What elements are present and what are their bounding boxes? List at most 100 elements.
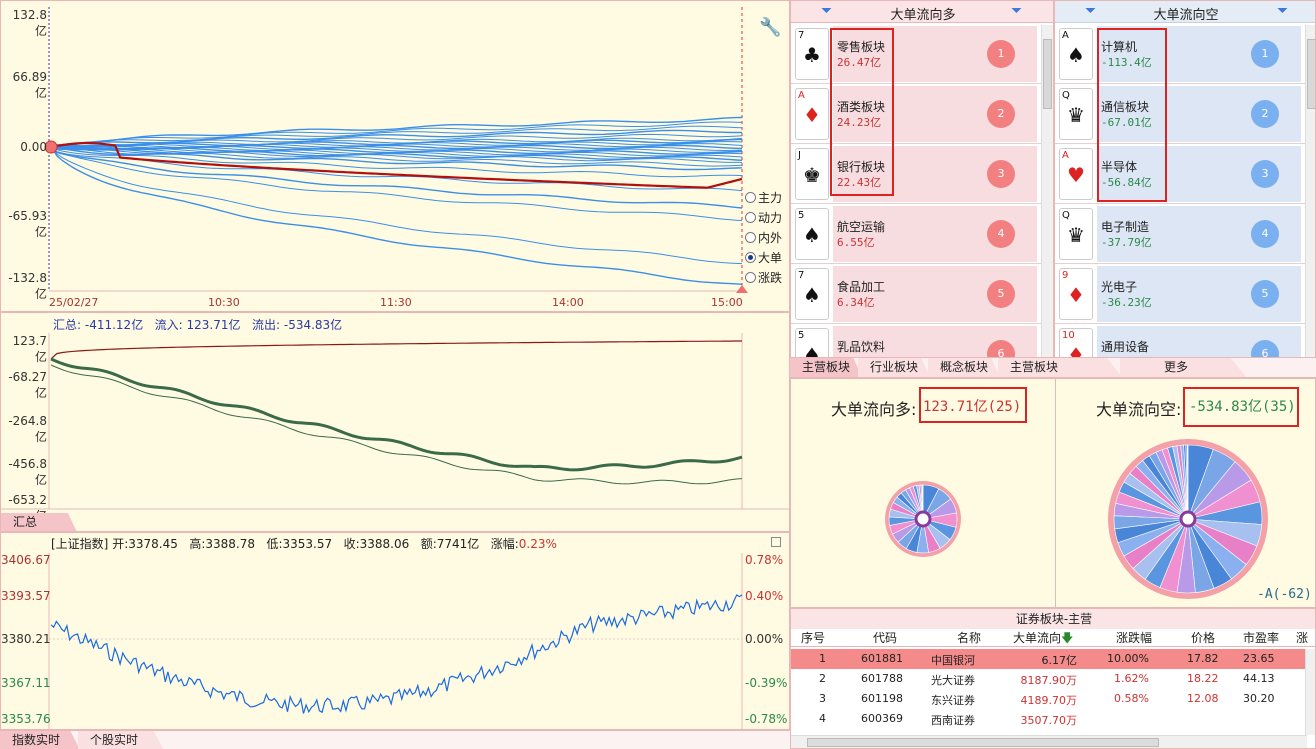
bottom-tab-bar: 指数实时 个股实时	[0, 730, 790, 749]
cell-price: 17.82	[1187, 652, 1219, 665]
inflow-card[interactable]: A ♦ 酒类板块 24.23亿 2	[791, 84, 1041, 144]
wrench-icon[interactable]: 🔧	[759, 17, 781, 38]
playing-card-icon: J ♚	[795, 148, 829, 200]
col-header[interactable]: 价格	[1191, 629, 1215, 646]
radio-dongli[interactable]: 动力	[745, 209, 782, 226]
table-row[interactable]: 2 601788 光大证券 8187.90万 1.62% 18.22 44.13	[791, 669, 1305, 689]
y-tick: 66.89亿	[12, 70, 47, 100]
cell-code: 600369	[861, 712, 903, 725]
tab-summary[interactable]: 汇总	[1, 513, 77, 531]
summary-chart: 汇总: -411.12亿 流入: 123.71亿 流出: -534.83亿 12…	[0, 312, 790, 532]
outflow-card[interactable]: Q ♛ 电子制造 -37.79亿 4	[1055, 204, 1305, 264]
vertical-scrollbar[interactable]	[1305, 649, 1315, 735]
sector-tab-bar: 主营板块 行业板块 概念板块 主营板块SH000300 更多	[790, 358, 1316, 378]
rank-badge: 4	[987, 220, 1015, 248]
inflow-card[interactable]: 5 ♠ 航空运输 6.55亿 4	[791, 204, 1041, 264]
playing-card-icon: A ♦	[795, 88, 829, 140]
outflow-scrollbar[interactable]	[1305, 25, 1315, 357]
main-flow-chart: 132.8亿 66.89亿 0.00 -65.93亿 -132.8亿 25/02…	[0, 0, 790, 312]
y-tick: 132.8亿	[12, 8, 47, 38]
tab-concept-sector[interactable]: 概念板块	[928, 358, 1000, 377]
tab-stock-realtime[interactable]: 个股实时	[78, 731, 164, 749]
radio-zhuli[interactable]: 主力	[745, 189, 782, 206]
outflow-title-bar: ⏷ 大单流向空 ⏷	[1055, 1, 1315, 23]
cell-no: 1	[819, 652, 826, 665]
col-header[interactable]: 市盈率	[1243, 629, 1279, 646]
radio-dadan[interactable]: 大单	[745, 249, 782, 266]
highlight-box	[830, 28, 894, 196]
scroll-thumb[interactable]	[1043, 39, 1052, 109]
cell-chg: 0.58%	[1114, 692, 1149, 705]
inflow-card[interactable]: J ♚ 银行板块 22.43亿 3	[791, 144, 1041, 204]
x-tick: 25/02/27	[49, 296, 99, 309]
radio-zhangdie[interactable]: 涨跌	[745, 269, 782, 286]
tab-main-sector-sh000300[interactable]: 主营板块SH000300	[998, 358, 1122, 377]
scroll-thumb[interactable]	[807, 738, 1159, 747]
cell-flow: 6.17亿	[1041, 654, 1078, 667]
cell-name: 光大证券	[931, 674, 975, 687]
cell-pe: 44.13	[1243, 672, 1275, 685]
cell-code: 601881	[861, 652, 903, 665]
outflow-card[interactable]: A ♥ 半导体 -56.84亿 3	[1055, 144, 1305, 204]
outflow-card[interactable]: A ♠ 计算机 -113.4亿 1	[1055, 24, 1305, 84]
rank-badge: 5	[987, 280, 1015, 308]
inflow-card[interactable]: 7 ♠ 食品加工 6.34亿 5	[791, 264, 1041, 324]
col-header[interactable]: 序号	[801, 629, 825, 646]
y-tick: 0.00	[20, 140, 47, 154]
y-tick: 3353.76	[1, 712, 51, 726]
tab-main-sector[interactable]: 主营板块	[790, 358, 862, 377]
cell-code: 601788	[861, 672, 903, 685]
cell-flow: 4189.70万	[1020, 694, 1078, 707]
col-header[interactable]: 代码	[873, 629, 897, 646]
pct-tick: 0.40%	[745, 589, 784, 603]
tab-industry-sector[interactable]: 行业板块	[858, 358, 930, 377]
stock-table: 证券板块-主营 序号 代码 名称 大单流向🡇 涨跌幅 价格 市盈率 涨速 1 6…	[790, 608, 1316, 749]
pct-tick: 0.78%	[745, 553, 784, 567]
col-header[interactable]: 涨跌幅	[1116, 629, 1152, 646]
y-tick: 3367.11	[1, 676, 51, 690]
summary-svg	[1, 333, 789, 510]
table-row[interactable]: 4 600369 西南证券 3507.70万	[791, 709, 1305, 729]
outflow-card[interactable]: Q ♛ 通信板块 -67.01亿 2	[1055, 84, 1305, 144]
y-tick: -456.8亿	[8, 457, 47, 487]
pie-footnote: -A(-62)	[1257, 587, 1312, 602]
playing-card-icon: 7 ♣	[795, 28, 829, 80]
playing-card-icon: 5 ♠	[795, 328, 829, 357]
table-row[interactable]: 3 601198 东兴证券 4189.70万 0.58% 12.08 30.20	[791, 689, 1305, 709]
col-header[interactable]: 大单流向🡇	[1013, 629, 1073, 650]
y-tick: 123.7亿	[12, 334, 47, 364]
y-tick: 3393.57	[1, 589, 51, 603]
rank-badge: 3	[1251, 160, 1279, 188]
playing-card-icon: A ♠	[1059, 28, 1093, 80]
outflow-card[interactable]: 10 ♦ 通用设备 6	[1055, 324, 1305, 357]
rank-badge: 4	[1251, 220, 1279, 248]
table-row[interactable]: 1 601881 中国银河 6.17亿 10.00% 17.82 23.65	[791, 649, 1305, 669]
y-tick: -68.27亿	[8, 370, 47, 400]
collapse-icon[interactable]: ⏷	[1277, 3, 1288, 19]
col-header[interactable]: 名称	[957, 629, 981, 646]
y-tick: -65.93亿	[8, 209, 47, 239]
cell-flow: 3507.70万	[1020, 714, 1078, 727]
scroll-thumb[interactable]	[1307, 39, 1315, 109]
outflow-card[interactable]: 9 ♦ 光电子 -36.23亿 5	[1055, 264, 1305, 324]
inflow-sector-name: 乳品饮料	[837, 340, 886, 354]
inflow-sector-name: 航空运输	[837, 220, 886, 234]
pct-tick: 0.00%	[745, 632, 784, 646]
inflow-scrollbar[interactable]	[1041, 25, 1053, 357]
inflow-card[interactable]: 5 ♠ 乳品饮料 6	[791, 324, 1041, 357]
tab-more[interactable]: 更多	[1120, 358, 1246, 377]
outflow-sector-name: 电子制造	[1101, 220, 1150, 234]
tab-index-realtime[interactable]: 指数实时	[0, 731, 80, 749]
inflow-title-bar: ⏷ 大单流向多 ⏷	[791, 1, 1053, 23]
x-tick: 10:30	[208, 296, 240, 309]
radio-neiwai[interactable]: 内外	[745, 229, 782, 246]
cell-name: 西南证券	[931, 714, 975, 727]
inflow-sector-value: 6.55亿	[837, 236, 875, 249]
y-tick: 3406.67	[1, 553, 51, 567]
horizontal-scrollbar[interactable]	[791, 735, 1307, 748]
playing-card-icon: Q ♛	[1059, 88, 1093, 140]
outflow-sector-name: 通用设备	[1101, 340, 1150, 354]
collapse-icon[interactable]: ⏷	[1011, 3, 1022, 19]
inflow-card[interactable]: 7 ♣ 零售板块 26.47亿 1	[791, 24, 1041, 84]
cell-flow: 8187.90万	[1020, 674, 1078, 687]
